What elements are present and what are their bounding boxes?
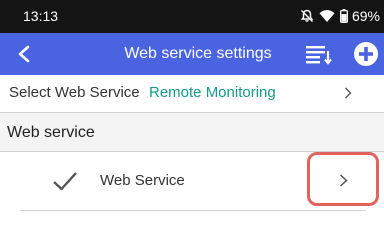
silent-mode-icon <box>300 9 314 23</box>
check-icon <box>53 172 77 191</box>
section-title: Web service <box>7 124 95 141</box>
wifi-icon <box>319 10 335 22</box>
battery-percent: 69% <box>351 8 380 24</box>
selected-web-service-value: Remote Monitoring <box>149 84 276 101</box>
app-bar: Web service settings <box>0 33 384 75</box>
status-icons: 69% <box>300 6 380 26</box>
sort-list-icon[interactable] <box>305 42 335 66</box>
select-web-service-label: Select Web Service <box>9 84 140 101</box>
battery-icon <box>340 9 348 23</box>
add-circle-icon[interactable] <box>353 41 379 67</box>
status-bar: 13:13 69% <box>0 0 384 33</box>
web-service-label: Web Service <box>100 172 185 189</box>
chevron-right-icon <box>339 174 348 187</box>
web-service-list-item[interactable]: Web Service <box>0 152 384 210</box>
web-service-detail-button[interactable] <box>307 152 379 206</box>
section-header: Web service <box>0 113 384 152</box>
chevron-right-icon <box>345 87 352 99</box>
select-web-service-row[interactable]: Select Web Service Remote Monitoring <box>0 75 384 113</box>
row-divider <box>20 210 366 211</box>
status-time: 13:13 <box>23 8 59 24</box>
